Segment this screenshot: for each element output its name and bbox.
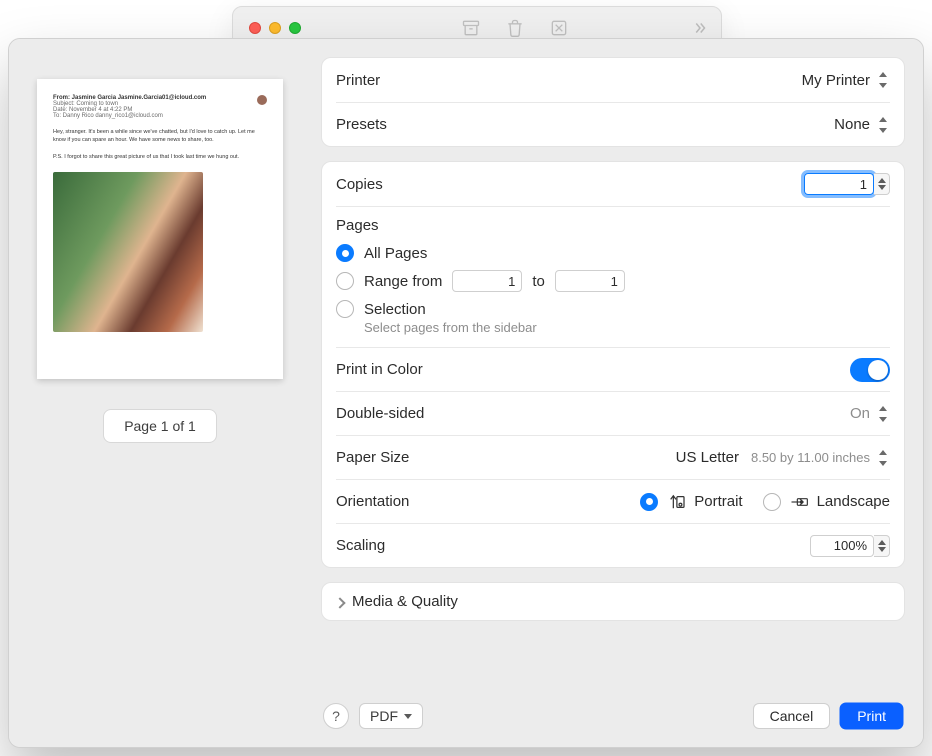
paper-size-label: Paper Size xyxy=(336,449,409,466)
paper-size-popup[interactable]: US Letter 8.50 by 11.00 inches xyxy=(676,449,890,467)
range-to-field[interactable]: 1 xyxy=(555,270,625,292)
page-indicator: Page 1 of 1 xyxy=(103,409,217,443)
copies-label: Copies xyxy=(336,176,383,193)
printer-popup[interactable]: My Printer xyxy=(802,71,890,89)
print-dialog: From: Jasmine Garcia Jasmine.Garcia01@ic… xyxy=(8,38,924,748)
preview-page: From: Jasmine Garcia Jasmine.Garcia01@ic… xyxy=(37,79,283,379)
radio-all-pages[interactable] xyxy=(336,244,354,262)
pages-all-option[interactable]: All Pages xyxy=(336,244,890,262)
presets-value: None xyxy=(834,116,870,133)
double-sided-label: Double-sided xyxy=(336,405,424,422)
pages-selection-hint: Select pages from the sidebar xyxy=(364,320,537,335)
preview-photo xyxy=(53,172,203,332)
presets-popup[interactable]: None xyxy=(834,116,890,134)
orientation-portrait[interactable]: Portrait xyxy=(640,493,742,511)
range-from-field[interactable]: 1 xyxy=(452,270,522,292)
overflow-icon xyxy=(689,17,711,39)
cancel-button[interactable]: Cancel xyxy=(753,703,831,729)
updown-icon xyxy=(876,116,890,134)
double-sided-value: On xyxy=(850,405,870,422)
radio-range[interactable] xyxy=(336,272,354,290)
print-settings-panel: Printer My Printer Presets None xyxy=(311,39,923,747)
printer-group: Printer My Printer Presets None xyxy=(321,57,905,147)
archive-icon xyxy=(460,17,482,39)
radio-portrait[interactable] xyxy=(640,493,658,511)
preview-ps: P.S. I forgot to share this great pictur… xyxy=(53,154,267,162)
scaling-label: Scaling xyxy=(336,537,385,554)
radio-selection[interactable] xyxy=(336,300,354,318)
portrait-icon xyxy=(666,494,686,510)
orientation-label: Orientation xyxy=(336,493,409,510)
pages-selection-option[interactable]: Selection xyxy=(336,300,426,318)
printer-label: Printer xyxy=(336,72,380,89)
pdf-label: PDF xyxy=(370,708,398,724)
print-preview-panel: From: Jasmine Garcia Jasmine.Garcia01@ic… xyxy=(9,39,311,747)
pages-block: Pages All Pages Range from 1 to 1 xyxy=(336,206,890,347)
print-button[interactable]: Print xyxy=(840,703,903,729)
media-quality-group: Media & Quality xyxy=(321,582,905,621)
pages-range-option[interactable]: Range from 1 to 1 xyxy=(336,270,890,292)
print-in-color-switch[interactable] xyxy=(850,358,890,382)
updown-icon xyxy=(876,449,890,467)
print-in-color-label: Print in Color xyxy=(336,361,423,378)
landscape-label: Landscape xyxy=(817,493,890,510)
paper-size-dim: 8.50 by 11.00 inches xyxy=(751,450,870,465)
junk-icon xyxy=(548,17,570,39)
avatar xyxy=(257,95,267,105)
copies-stepper-buttons[interactable] xyxy=(874,173,890,195)
dialog-footer: ? PDF Cancel Print xyxy=(321,693,905,735)
copies-field[interactable]: 1 xyxy=(804,173,874,195)
presets-label: Presets xyxy=(336,116,387,133)
pages-title: Pages xyxy=(336,217,890,234)
printer-value: My Printer xyxy=(802,72,870,89)
zoom-window-button[interactable] xyxy=(289,22,301,34)
orientation-landscape[interactable]: Landscape xyxy=(763,493,890,511)
chevron-down-icon xyxy=(404,714,412,719)
preview-to: To: Danny Rico danny_rico1@icloud.com xyxy=(53,113,257,119)
scaling-stepper[interactable]: 100% xyxy=(810,535,890,557)
pdf-menu-button[interactable]: PDF xyxy=(359,703,423,729)
preview-body: Hey, stranger. It's been a while since w… xyxy=(53,129,267,144)
range-to-word: to xyxy=(532,273,545,290)
pages-range-label: Range from xyxy=(364,273,442,290)
chevron-right-icon xyxy=(336,597,346,607)
portrait-label: Portrait xyxy=(694,493,742,510)
scaling-stepper-buttons[interactable] xyxy=(874,535,890,557)
trash-icon xyxy=(504,17,526,39)
copies-stepper[interactable]: 1 xyxy=(804,173,890,195)
pages-all-label: All Pages xyxy=(364,245,427,262)
traffic-lights xyxy=(249,22,301,34)
close-window-button[interactable] xyxy=(249,22,261,34)
updown-icon xyxy=(876,71,890,89)
double-sided-popup[interactable]: On xyxy=(850,405,890,423)
updown-icon xyxy=(876,405,890,423)
paper-size-value: US Letter xyxy=(676,449,739,466)
help-button[interactable]: ? xyxy=(323,703,349,729)
scaling-field[interactable]: 100% xyxy=(810,535,874,557)
media-quality-disclosure[interactable]: Media & Quality xyxy=(336,583,890,620)
pages-selection-label: Selection xyxy=(364,301,426,318)
options-group: Copies 1 Pages All Pages xyxy=(321,161,905,568)
minimize-window-button[interactable] xyxy=(269,22,281,34)
landscape-icon xyxy=(789,494,809,510)
media-quality-label: Media & Quality xyxy=(352,593,458,610)
radio-landscape[interactable] xyxy=(763,493,781,511)
